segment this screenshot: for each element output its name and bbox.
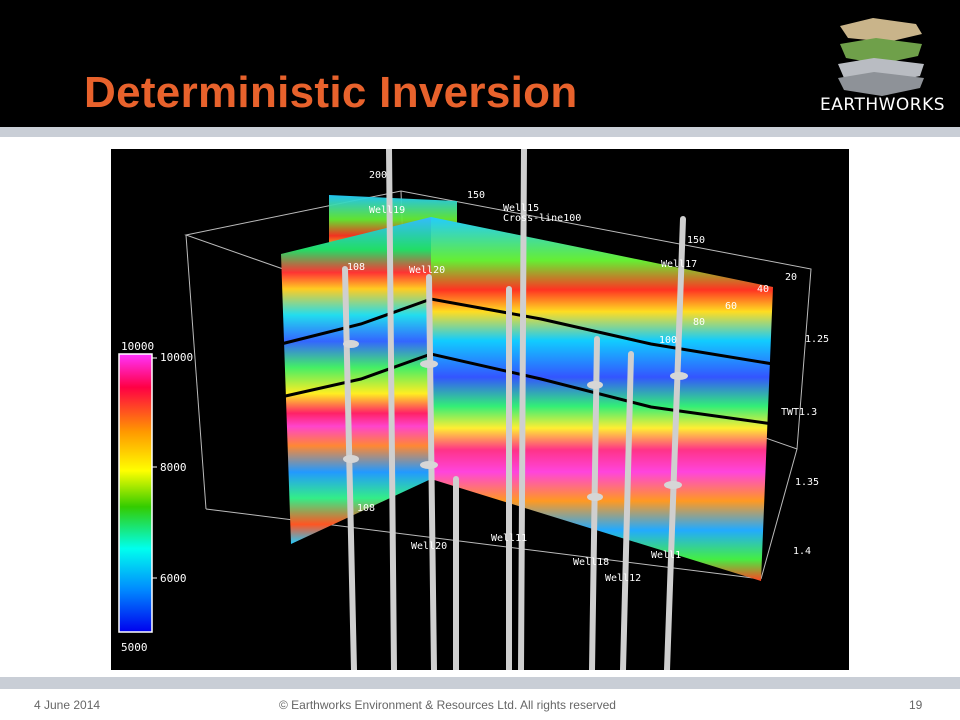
colorbar: 10000 5000 10000 8000 6000 xyxy=(118,340,193,654)
crossline-label: Cross-line100 xyxy=(503,213,581,224)
footer-page-number: 19 xyxy=(909,698,923,712)
grid-label-108a: 108 xyxy=(347,262,365,273)
grid-label-200: 200 xyxy=(369,170,387,181)
header-divider xyxy=(0,127,960,137)
grid-label-60: 60 xyxy=(725,301,737,312)
well-label-20-top: Well20 xyxy=(409,265,445,276)
logo-text: EARTHWORKS xyxy=(820,95,946,115)
slide-title: Deterministic Inversion xyxy=(84,68,578,117)
grid-label-150b: 150 xyxy=(687,235,705,246)
seismic-inversion-image: 10000 5000 10000 8000 6000 1.25 TWT1.3 1… xyxy=(111,149,849,670)
colorbar-tick-8000: 8000 xyxy=(160,461,187,474)
footer: 4 June 2014 © Earthworks Environment & R… xyxy=(0,689,960,720)
seismic-panel-right xyxy=(431,217,773,581)
twt-label-1-25: 1.25 xyxy=(805,334,829,345)
well-label-12: Well12 xyxy=(605,573,641,584)
well-label-11: Well11 xyxy=(491,533,527,544)
colorbar-max-label: 10000 xyxy=(121,340,154,353)
grid-label-80: 80 xyxy=(693,317,705,328)
well-label-20-bottom: Well20 xyxy=(411,541,447,552)
well-label-19: Well19 xyxy=(369,205,405,216)
grid-label-20: 20 xyxy=(785,272,797,283)
twt-label-1-35: 1.35 xyxy=(795,477,819,488)
colorbar-tick-6000: 6000 xyxy=(160,572,187,585)
colorbar-min-label: 5000 xyxy=(121,641,148,654)
colorbar-tick-10000: 10000 xyxy=(160,351,193,364)
well-label-17: Well17 xyxy=(661,259,697,270)
footer-copyright: © Earthworks Environment & Resources Ltd… xyxy=(279,698,616,712)
well-label-18: Well18 xyxy=(573,557,609,568)
twt-label-1-4: 1.4 xyxy=(793,546,811,557)
twt-label-1-3: TWT1.3 xyxy=(781,407,817,418)
grid-label-108b: 108 xyxy=(357,503,375,514)
grid-label-40: 40 xyxy=(757,284,769,295)
footer-divider xyxy=(0,677,960,689)
grid-label-150a: 150 xyxy=(467,190,485,201)
footer-date: 4 June 2014 xyxy=(34,698,101,712)
well-label-right: Well1 xyxy=(651,550,681,561)
grid-label-100: 100 xyxy=(659,335,677,346)
